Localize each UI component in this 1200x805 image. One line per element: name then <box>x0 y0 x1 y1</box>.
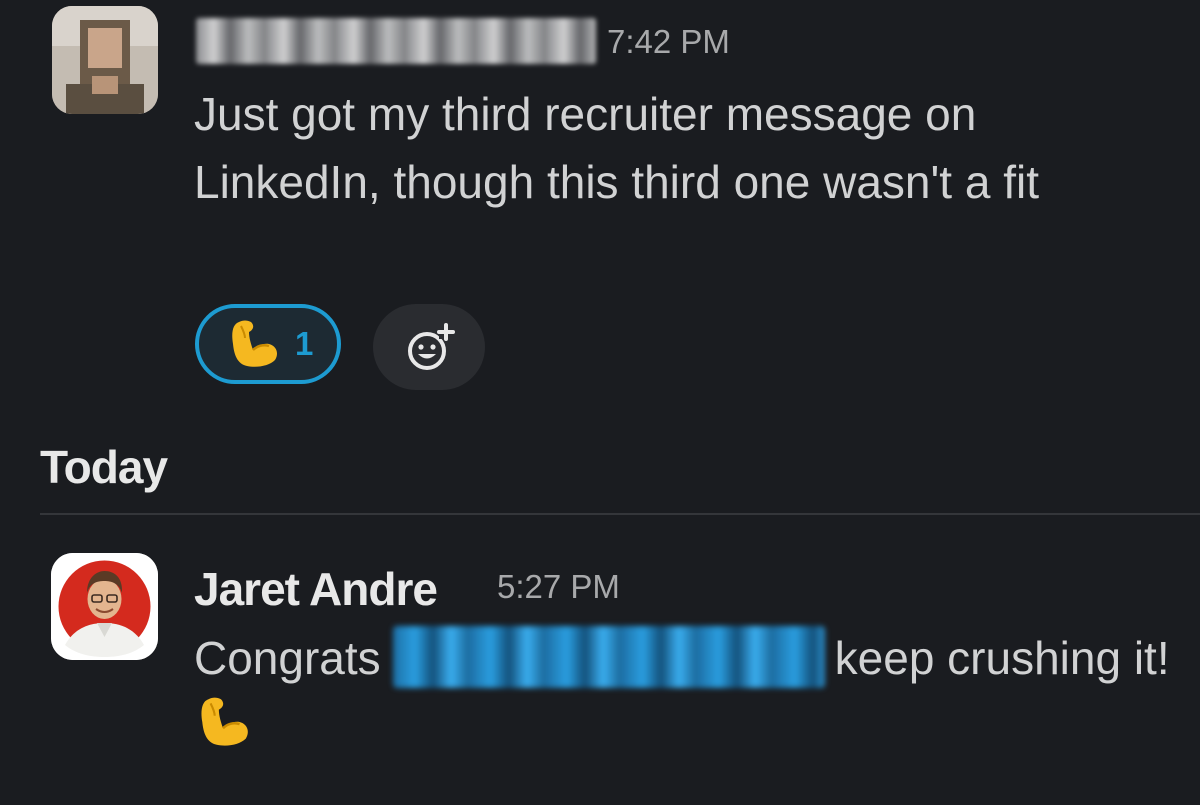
author-name-redacted[interactable] <box>196 18 596 64</box>
add-reaction-icon <box>408 323 455 370</box>
avatar[interactable] <box>51 553 158 660</box>
message-pane: 7:42 PM Just got my third recruiter mess… <box>0 0 1200 805</box>
message-text-after-mention: keep crushing it! <box>834 632 1170 684</box>
add-reaction-button[interactable] <box>373 304 485 390</box>
day-divider-label[interactable]: Today <box>40 440 168 494</box>
avatar-image <box>52 6 158 114</box>
author-name[interactable]: Jaret Andre <box>194 559 438 619</box>
timestamp[interactable]: 5:27 PM <box>497 567 620 607</box>
avatar-image <box>51 553 158 660</box>
divider <box>40 513 1200 515</box>
flexed-biceps-icon <box>194 692 252 752</box>
user-mention-redacted[interactable] <box>392 625 825 688</box>
message-text: Congrats keep crushing it! <box>194 624 1179 764</box>
message-text-before-mention: Congrats <box>194 632 381 684</box>
flexed-biceps-icon <box>225 316 281 372</box>
timestamp[interactable]: 7:42 PM <box>607 22 730 62</box>
avatar[interactable] <box>52 6 158 114</box>
message-text: Just got my third recruiter message on L… <box>194 88 1039 208</box>
reaction-count: 1 <box>295 325 314 362</box>
reaction-flexed-biceps[interactable]: 1 <box>195 304 341 384</box>
